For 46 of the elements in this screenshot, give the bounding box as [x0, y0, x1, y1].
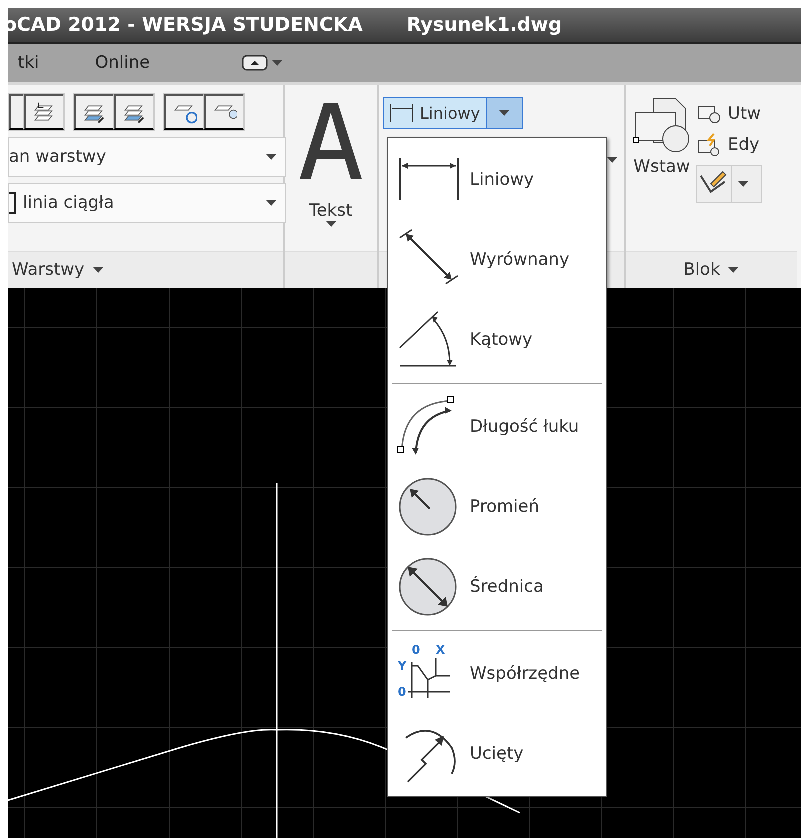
layer-tool-button[interactable] — [114, 94, 154, 130]
create-block-button[interactable]: Utw — [696, 103, 762, 125]
caret-icon — [266, 154, 277, 160]
dimension-menu-item[interactable]: Ucięty — [388, 714, 606, 794]
dimension-menu-item[interactable]: Promień — [388, 467, 606, 547]
block-panel-title[interactable]: Blok — [626, 251, 797, 288]
attribute-split-button[interactable] — [696, 165, 762, 203]
letter-a-icon — [300, 101, 362, 179]
caret-icon — [92, 267, 104, 273]
linetype-dropdown[interactable]: linia ciągła — [8, 183, 286, 223]
ribbon-tab[interactable]: tki — [8, 49, 50, 77]
layer-tool-button[interactable] — [204, 94, 244, 130]
layer-tool-button[interactable] — [164, 94, 204, 130]
caret-icon — [738, 181, 749, 187]
dimension-split-button[interactable]: Liniowy — [383, 97, 523, 129]
caret-icon — [607, 157, 618, 163]
caret-icon — [272, 60, 284, 66]
dimension-menu-item[interactable]: 0 X Y 0 Współrzędne — [388, 634, 606, 714]
caret-icon — [326, 221, 336, 227]
dimension-menu-item[interactable]: Długość łuku — [388, 387, 606, 467]
caret-icon — [266, 200, 277, 206]
layers-panel-title[interactable]: Warstwy — [8, 251, 283, 288]
dimension-menu-item[interactable]: Wyrównany — [388, 220, 606, 300]
dimension-menu-item[interactable]: Kątowy — [388, 300, 606, 380]
caret-icon — [728, 267, 740, 273]
axis-label: 0 — [398, 685, 406, 699]
file-name: Rysunek1.dwg — [406, 14, 562, 36]
layer-dropdown[interactable]: an warstwy — [8, 137, 286, 177]
layer-tool-button[interactable] — [9, 94, 24, 130]
ribbon-tab[interactable]: Online — [85, 49, 160, 77]
insert-block-button[interactable]: Wstaw — [632, 97, 692, 203]
axis-label: Y — [398, 659, 407, 673]
minimize-ribbon-icon — [242, 55, 268, 71]
layer-tool-button[interactable] — [24, 94, 64, 130]
dimension-menu-item[interactable]: Liniowy — [388, 140, 606, 220]
linetype-swatch-icon — [9, 192, 17, 214]
caret-icon — [499, 110, 510, 116]
edit-block-button[interactable]: Edy — [696, 133, 762, 157]
block-edit-icon — [696, 133, 722, 157]
axis-label: 0 — [412, 643, 420, 657]
linear-dimension-icon — [390, 103, 414, 123]
dimension-menu-item[interactable]: Średnica — [388, 547, 606, 627]
text-tool-button[interactable]: Tekst — [300, 99, 362, 227]
layer-tool-button[interactable] — [74, 94, 114, 130]
axis-label: X — [436, 643, 446, 657]
ribbon-toggle-button[interactable] — [242, 55, 284, 71]
